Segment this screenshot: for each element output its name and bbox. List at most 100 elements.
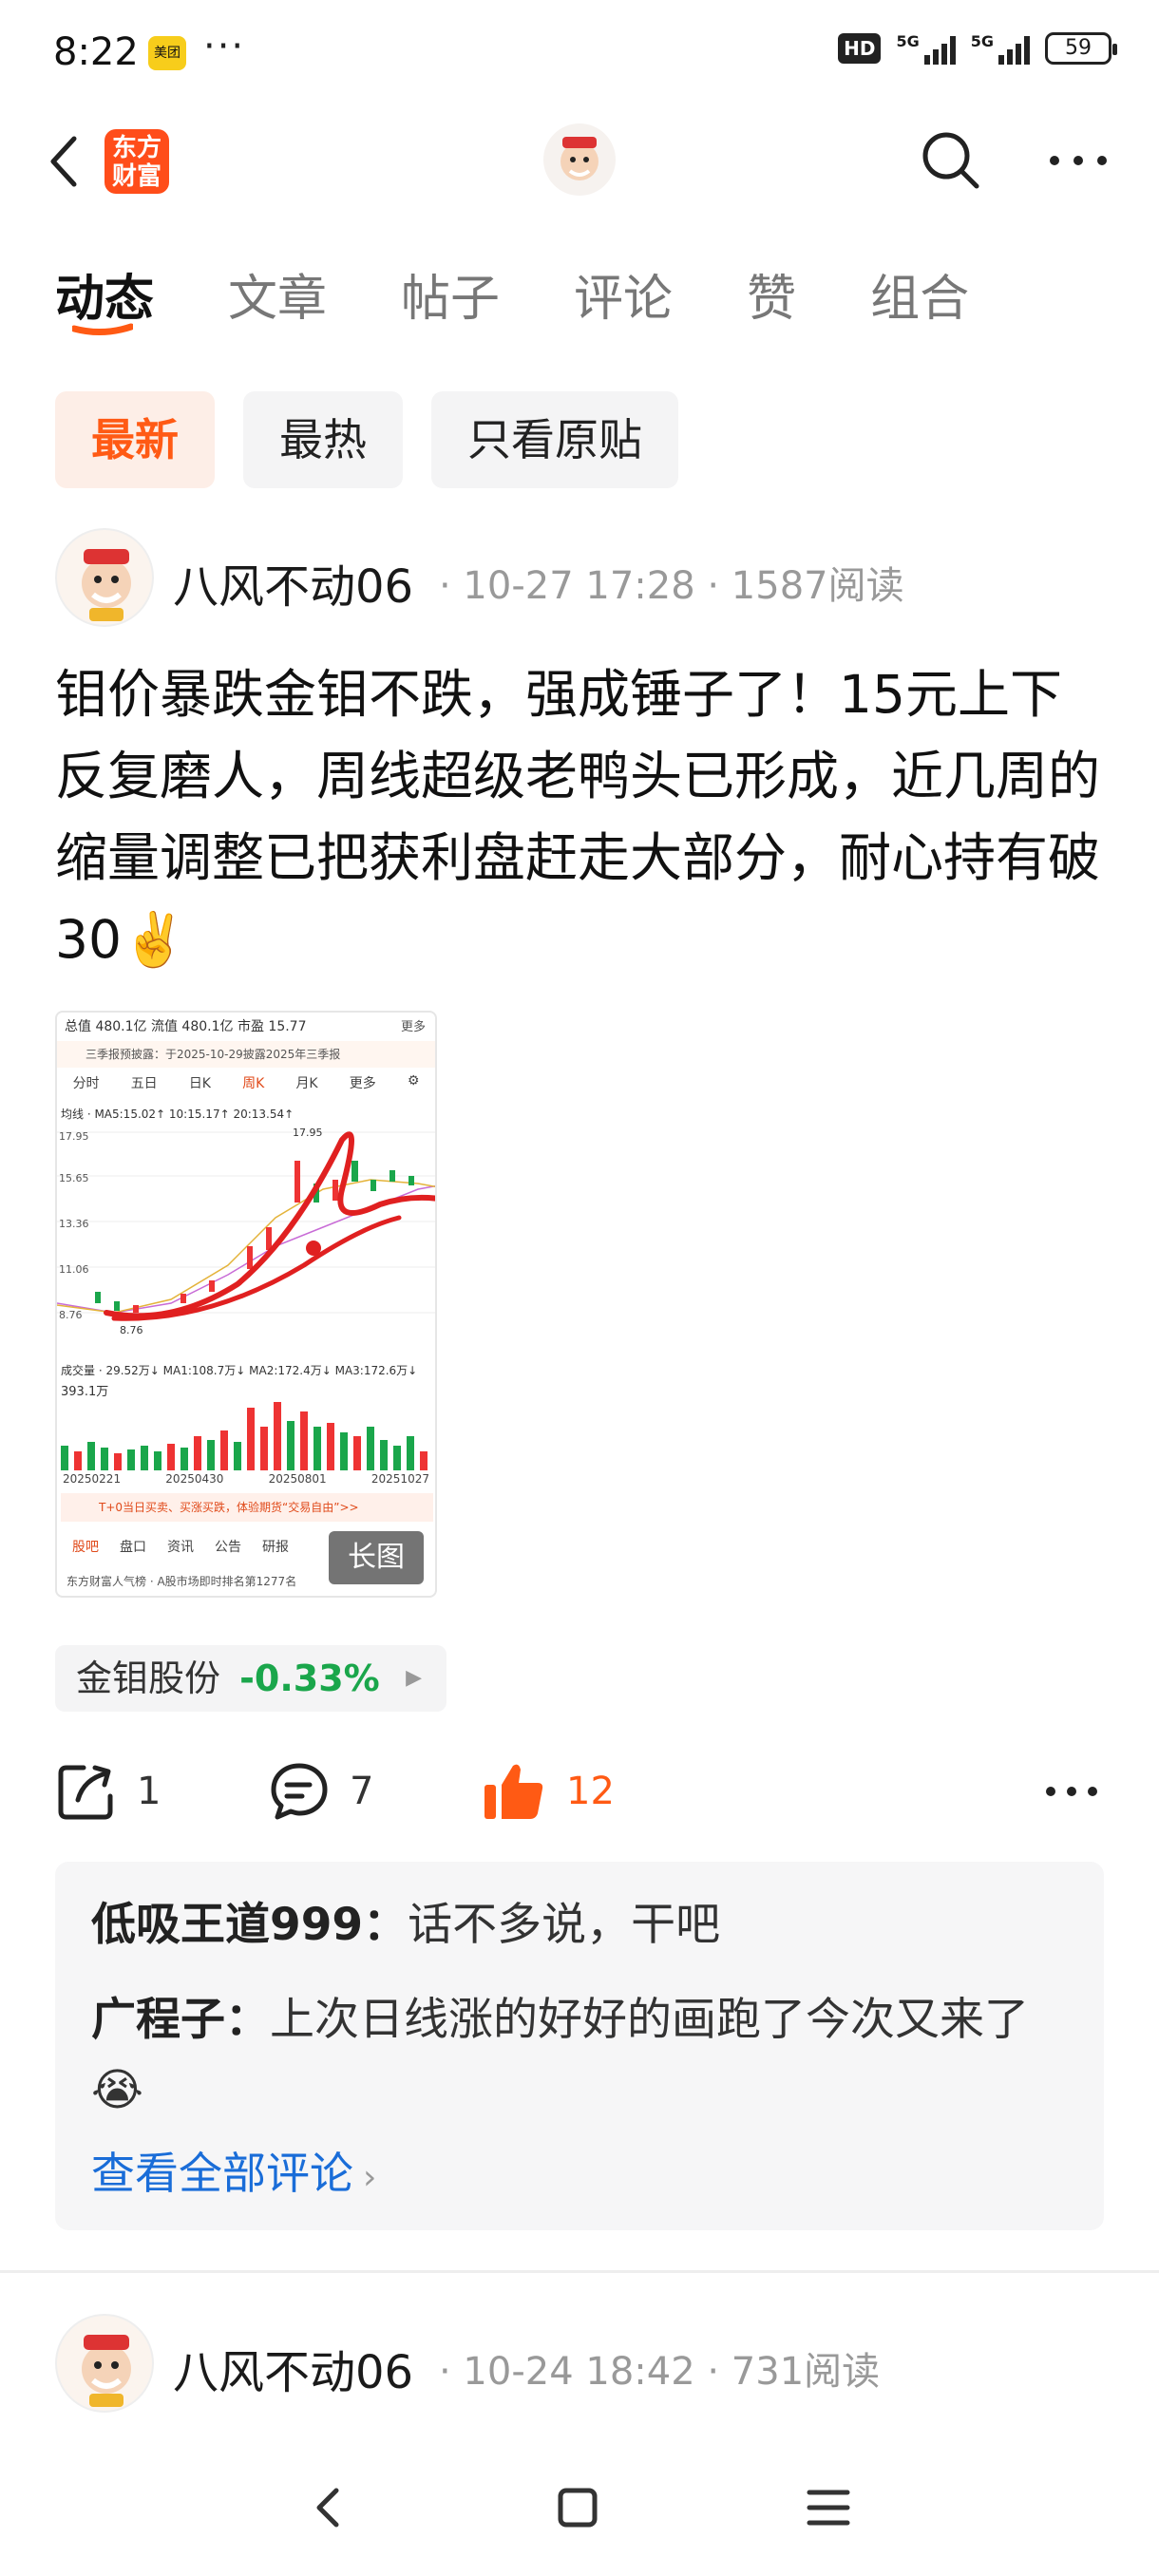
tab-posts[interactable]: 帖子 bbox=[401, 258, 500, 330]
post-body[interactable]: 钼价暴跌金钼不跌，强成锤子了！15元上下反复磨人，周线超级老鸭头已形成，近几周的… bbox=[55, 653, 1110, 980]
commenter-name[interactable]: 广程子： bbox=[91, 1994, 270, 2046]
filter-chips: 最新 最热 只看原贴 bbox=[55, 391, 678, 488]
post-meta: · 10-27 17:28 · 1587阅读 bbox=[439, 564, 904, 608]
tab-comments[interactable]: 评论 bbox=[574, 258, 673, 330]
share-icon bbox=[58, 1765, 113, 1820]
date-label: 20251027 bbox=[370, 1472, 429, 1486]
period-tab: 五日 bbox=[130, 1076, 158, 1091]
image-more-label: 更多 bbox=[400, 1020, 426, 1034]
status-time: 8:22 bbox=[53, 30, 139, 74]
comment-item[interactable]: 低吸王道999：话不多说，干吧 bbox=[91, 1890, 1070, 1960]
menu-icon bbox=[807, 2490, 850, 2526]
filter-latest[interactable]: 最新 bbox=[55, 391, 215, 488]
mascot-icon bbox=[82, 2335, 131, 2407]
author-name[interactable]: 八风不动06 bbox=[173, 2335, 413, 2401]
chevron-right-icon: › bbox=[363, 2158, 377, 2197]
kline-chart: 17.95 15.65 13.36 11.06 8.76 17.95 8.76 bbox=[57, 1127, 435, 1336]
signal-icon: 5G bbox=[896, 32, 956, 65]
tab-active-underline bbox=[72, 323, 133, 335]
profile-avatar[interactable] bbox=[543, 123, 616, 196]
image-tab: 公告 bbox=[215, 1540, 241, 1555]
avatar[interactable] bbox=[55, 2314, 154, 2413]
view-all-comments-link[interactable]: 查看全部评论 › bbox=[91, 2139, 376, 2202]
like-button[interactable]: 12 bbox=[481, 1753, 615, 1829]
home-square-icon bbox=[558, 2488, 598, 2528]
back-button[interactable] bbox=[42, 131, 89, 192]
period-tab: 分时 bbox=[72, 1076, 100, 1091]
price-axis-label: 15.65 bbox=[59, 1172, 89, 1184]
search-button[interactable] bbox=[918, 127, 984, 194]
mascot-icon bbox=[560, 137, 598, 180]
share-button[interactable]: 1 bbox=[55, 1753, 161, 1829]
post-more-button[interactable] bbox=[1043, 1753, 1100, 1829]
long-image-badge: 长图 bbox=[329, 1531, 424, 1584]
stock-summary-row: 总值 480.1亿 流值 480.1亿 市盈 15.77 bbox=[65, 1019, 307, 1034]
tab-articles[interactable]: 文章 bbox=[228, 258, 327, 330]
date-label: 20250221 bbox=[63, 1472, 122, 1486]
image-tab: 盘口 bbox=[120, 1540, 146, 1555]
date-label: 20250801 bbox=[268, 1472, 327, 1486]
report-notice: 三季报预披露：于2025-10-29披露2025年三季报 bbox=[57, 1041, 435, 1068]
mascot-icon bbox=[82, 549, 131, 621]
post-actions: 1 7 12 bbox=[55, 1753, 1110, 1829]
nav-home-button[interactable] bbox=[549, 2479, 606, 2536]
price-axis-label: 17.95 bbox=[59, 1130, 89, 1143]
signal-icon-2: 5G bbox=[971, 32, 1030, 65]
futures-promo: T+0当日买卖、买涨买跌，体验期货“交易自由”>> bbox=[61, 1493, 433, 1522]
avatar[interactable] bbox=[55, 528, 154, 627]
volume-bars bbox=[61, 1402, 428, 1470]
status-icons: HD 5G 5G 59 bbox=[838, 32, 1117, 65]
tab-portfolios[interactable]: 组合 bbox=[870, 258, 969, 330]
period-tab: 月K bbox=[295, 1076, 318, 1091]
tab-dynamics[interactable]: 动态 bbox=[55, 258, 154, 335]
image-bottom-tabs: 股吧 盘口 资讯 公告 研报 bbox=[72, 1537, 289, 1556]
back-icon bbox=[316, 2488, 339, 2528]
meituan-notification-icon: 美团 bbox=[148, 36, 186, 70]
stock-name: 金钼股份 bbox=[76, 1657, 221, 1699]
period-tab: 日K bbox=[188, 1076, 211, 1091]
status-bar: 8:22 美团 ··· HD 5G 5G 59 bbox=[0, 0, 1159, 104]
image-tab: 研报 bbox=[262, 1540, 289, 1555]
date-axis: 20250221 20250430 20250801 20251027 bbox=[57, 1472, 435, 1486]
post-image-kline[interactable]: 总值 480.1亿 流值 480.1亿 市盈 15.77 更多 三季报预披露：于… bbox=[55, 1011, 437, 1598]
period-tab: 更多 bbox=[349, 1076, 376, 1091]
network-label-2: 5G bbox=[970, 32, 994, 50]
price-axis-label: 11.06 bbox=[59, 1263, 89, 1276]
stock-tag[interactable]: 金钼股份 -0.33% ▶ bbox=[55, 1645, 446, 1712]
profile-tabs: 动态 文章 帖子 评论 赞 组合 bbox=[55, 258, 1043, 335]
price-axis-label: 13.36 bbox=[59, 1218, 89, 1230]
comment-text: 话不多说，干吧 bbox=[408, 1899, 721, 1951]
thumbs-up-icon bbox=[484, 1764, 543, 1819]
comment-count: 7 bbox=[350, 1770, 374, 1813]
commenter-name[interactable]: 低吸王道999： bbox=[91, 1899, 408, 1951]
more-horizontal-icon bbox=[1046, 1787, 1097, 1796]
image-tab: 股吧 bbox=[72, 1540, 99, 1555]
period-tab-active: 周K bbox=[242, 1076, 265, 1091]
comment-preview: 低吸王道999：话不多说，干吧 广程子：上次日线涨的好好的画跑了今次又来了😭 查… bbox=[55, 1862, 1104, 2230]
eastmoney-logo[interactable]: 东方财富 bbox=[104, 129, 169, 194]
more-notifications-icon: ··· bbox=[203, 25, 246, 68]
popularity-rank: 东方财富人气榜 · A股市场即时排名第1277名 bbox=[66, 1575, 297, 1588]
filter-hot[interactable]: 最热 bbox=[243, 391, 403, 488]
stock-change: -0.33% bbox=[239, 1657, 380, 1699]
more-options-button[interactable] bbox=[1045, 137, 1112, 184]
ma-line: 均线 · MA5:15.02↑ 10:15.17↑ 20:13.54↑ bbox=[61, 1108, 294, 1121]
tab-likes[interactable]: 赞 bbox=[747, 258, 796, 330]
network-label: 5G bbox=[896, 32, 920, 50]
author-name[interactable]: 八风不动06 bbox=[173, 549, 413, 616]
price-axis-label: 8.76 bbox=[59, 1309, 83, 1321]
nav-back-button[interactable] bbox=[300, 2479, 357, 2536]
low-price-label: 8.76 bbox=[120, 1324, 143, 1336]
period-tabs: 分时 五日 日K 周K 月K 更多 ⚙ bbox=[57, 1073, 435, 1092]
settings-icon: ⚙ bbox=[407, 1073, 420, 1089]
volume-max-label: 393.1万 bbox=[61, 1385, 109, 1399]
nav-recents-button[interactable] bbox=[800, 2479, 857, 2536]
comment-item[interactable]: 广程子：上次日线涨的好好的画跑了今次又来了😭 bbox=[91, 1985, 1070, 2126]
date-label: 20250430 bbox=[165, 1472, 224, 1486]
volume-line: 成交量 · 29.52万↓ MA1:108.7万↓ MA2:172.4万↓ MA… bbox=[61, 1364, 418, 1377]
chevron-left-icon bbox=[50, 136, 77, 187]
comment-button[interactable]: 7 bbox=[268, 1753, 373, 1829]
system-nav-bar bbox=[0, 2460, 1159, 2555]
filter-original-only[interactable]: 只看原贴 bbox=[431, 391, 678, 488]
post-author-row: 八风不动06 · 10-24 18:42 · 731阅读 bbox=[55, 2314, 1104, 2413]
